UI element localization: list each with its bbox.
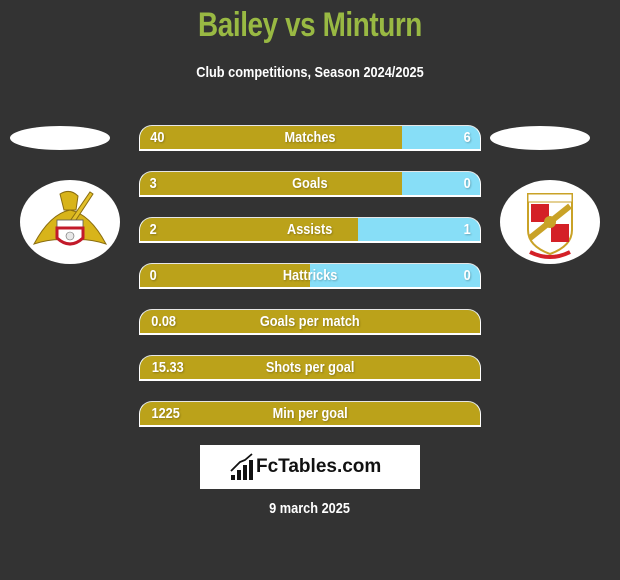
right-value: 1 (463, 221, 471, 238)
stat-label: Goals per match (260, 313, 360, 330)
stat-label: Assists (287, 221, 333, 238)
bar-chart-trend-icon (230, 453, 253, 480)
swindon-crest-icon (527, 193, 573, 259)
right-value: 6 (463, 129, 471, 146)
right-club-logo (500, 180, 600, 264)
left-player-name-placeholder (10, 126, 110, 150)
stat-row-matches: 40 Matches 6 (139, 125, 481, 151)
right-player-name-placeholder (490, 126, 590, 150)
stat-row-shots-per-goal: 15.33 Shots per goal (139, 355, 481, 381)
brand-name: FcTables.com (256, 456, 382, 477)
stat-row-assists: 2 Assists 1 (139, 217, 481, 243)
page-title: Bailey vs Minturn (198, 6, 422, 44)
right-value: 0 (463, 175, 471, 192)
stat-label: Goals (292, 175, 328, 192)
report-date: 9 march 2025 (269, 500, 351, 517)
competition-subtitle: Club competitions, Season 2024/2025 (196, 64, 424, 81)
stat-row-goals-per-match: 0.08 Goals per match (139, 309, 481, 335)
stat-label: Min per goal (272, 405, 348, 422)
fctables-brand-banner[interactable]: FcTables.com (200, 445, 420, 489)
stat-row-min-per-goal: 1225 Min per goal (139, 401, 481, 427)
right-value: 0 (463, 267, 471, 284)
doncaster-crest-icon (32, 190, 108, 246)
stat-label: Matches (284, 129, 336, 146)
stat-row-goals: 3 Goals 0 (139, 171, 481, 197)
stat-label: Hattricks (282, 267, 338, 284)
stat-label: Shots per goal (265, 359, 355, 376)
left-club-logo (20, 180, 120, 264)
stat-row-hattricks: 0 Hattricks 0 (139, 263, 481, 289)
